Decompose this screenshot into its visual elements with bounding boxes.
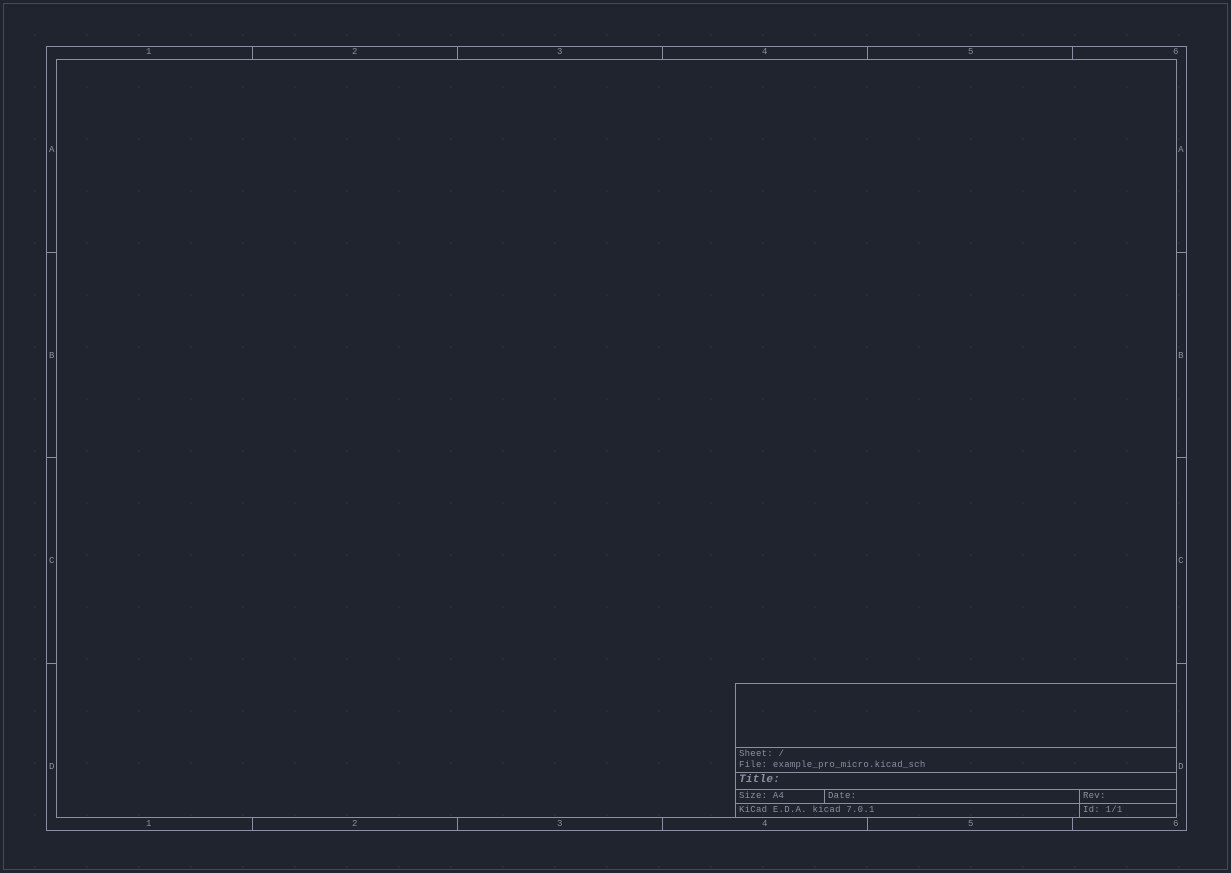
ruler-tick — [47, 663, 56, 664]
title-block-comment-area — [736, 684, 1176, 747]
ruler-tick — [47, 252, 56, 253]
title-block-file: File: example_pro_micro.kicad_sch — [739, 760, 1173, 771]
ruler-row-left: A — [49, 146, 55, 155]
ruler-col-bottom: 6 — [1173, 820, 1179, 829]
ruler-tick — [47, 457, 56, 458]
ruler-row-left: B — [49, 352, 55, 361]
sheet-frame: 1 2 3 4 5 6 1 2 3 4 5 6 A B C D A B — [46, 46, 1187, 831]
ruler-col-bottom: 2 — [352, 820, 358, 829]
schematic-canvas[interactable]: 1 2 3 4 5 6 1 2 3 4 5 6 A B C D A B — [3, 3, 1228, 870]
ruler-col-top: 6 — [1173, 48, 1179, 57]
ruler-row-right: D — [1178, 763, 1184, 772]
ruler-tick — [662, 47, 663, 59]
title-block-generator: KiCad E.D.A. kicad 7.0.1 — [736, 804, 1079, 817]
ruler-tick — [867, 818, 868, 830]
ruler-tick — [1072, 47, 1073, 59]
ruler-col-bottom: 3 — [557, 820, 563, 829]
ruler-col-top: 3 — [557, 48, 563, 57]
title-block: Sheet: / File: example_pro_micro.kicad_s… — [735, 683, 1177, 818]
ruler-tick — [1177, 663, 1186, 664]
ruler-col-top: 1 — [146, 48, 152, 57]
title-block-title: Title: — [736, 773, 1176, 789]
ruler-tick — [662, 818, 663, 830]
ruler-col-bottom: 5 — [968, 820, 974, 829]
ruler-tick — [457, 818, 458, 830]
ruler-col-top: 5 — [968, 48, 974, 57]
title-block-rev: Rev: — [1079, 790, 1176, 803]
ruler-tick — [252, 818, 253, 830]
ruler-row-right: C — [1178, 557, 1184, 566]
title-block-sheet-file: Sheet: / File: example_pro_micro.kicad_s… — [736, 748, 1176, 772]
title-block-id: Id: 1/1 — [1079, 804, 1176, 817]
ruler-tick — [1177, 252, 1186, 253]
ruler-row-left: D — [49, 763, 55, 772]
title-block-sheet: Sheet: / — [739, 749, 1173, 760]
ruler-col-bottom: 4 — [762, 820, 768, 829]
ruler-row-right: B — [1178, 352, 1184, 361]
ruler-tick — [252, 47, 253, 59]
ruler-col-top: 4 — [762, 48, 768, 57]
ruler-row-right: A — [1178, 146, 1184, 155]
ruler-tick — [867, 47, 868, 59]
title-block-size: Size: A4 — [736, 790, 824, 803]
ruler-tick — [1072, 818, 1073, 830]
ruler-row-left: C — [49, 557, 55, 566]
ruler-col-top: 2 — [352, 48, 358, 57]
ruler-tick — [457, 47, 458, 59]
title-block-date: Date: — [824, 790, 1079, 803]
ruler-col-bottom: 1 — [146, 820, 152, 829]
ruler-tick — [1177, 457, 1186, 458]
